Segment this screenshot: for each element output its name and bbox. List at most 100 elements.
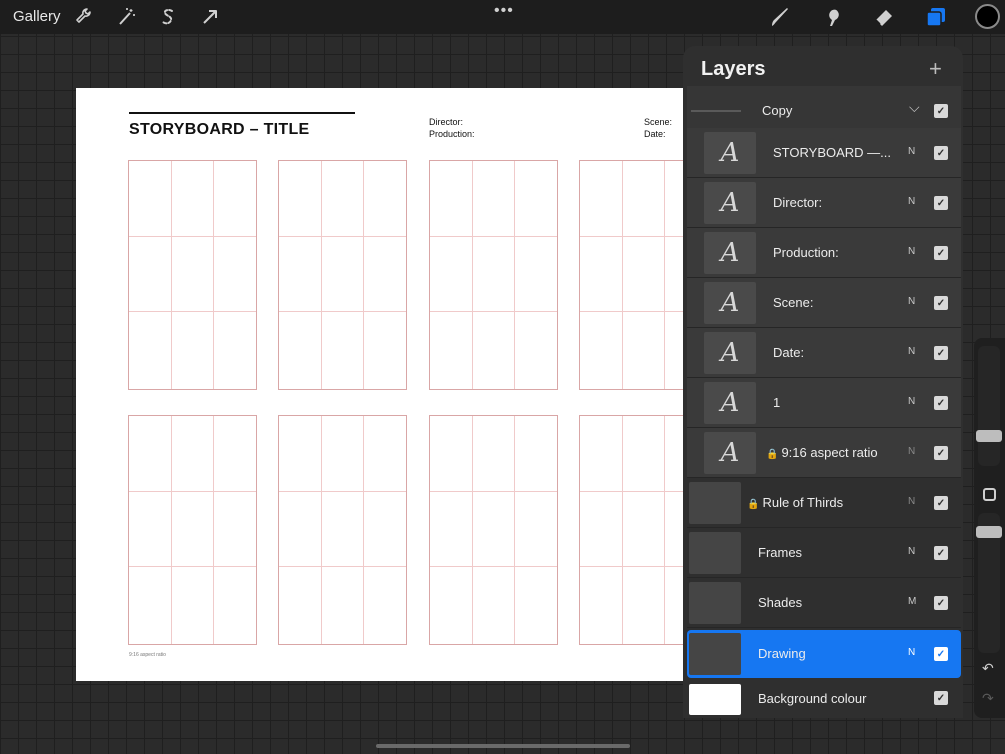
text-layer-icon: A	[704, 132, 756, 174]
blend-mode-button[interactable]: M	[908, 596, 916, 607]
gallery-button[interactable]: Gallery	[13, 8, 61, 25]
brush-size-handle[interactable]	[976, 430, 1002, 442]
layer-name: STORYBOARD —...	[773, 145, 891, 160]
layer-row-selected[interactable]: Drawing N ✓	[687, 630, 961, 678]
title-rule	[129, 112, 355, 114]
chevron-down-icon[interactable]: ⌵	[909, 99, 920, 116]
blend-mode-button[interactable]: N	[908, 296, 915, 307]
canvas-document[interactable]: STORYBOARD – TITLE Director: Production:…	[76, 88, 683, 681]
storyboard-frame	[278, 415, 407, 645]
modify-button[interactable]	[983, 488, 996, 501]
layer-row[interactable]: A 🔒 9:16 aspect ratio N ✓	[687, 428, 961, 478]
visibility-checkbox[interactable]: ✓	[934, 496, 948, 510]
visibility-checkbox[interactable]: ✓	[934, 104, 948, 118]
layer-name: Scene:	[773, 295, 814, 310]
storyboard-frame	[128, 415, 257, 645]
layer-name: Frames	[758, 545, 803, 560]
visibility-checkbox[interactable]: ✓	[934, 346, 948, 360]
layers-icon[interactable]	[924, 5, 948, 29]
top-toolbar: Gallery •••	[0, 0, 1005, 34]
layer-name: Copy	[762, 103, 793, 118]
redo-button[interactable]: ↷	[982, 690, 994, 707]
layer-row[interactable]: A Production: N ✓	[687, 228, 961, 278]
blend-mode-button[interactable]: N	[908, 196, 915, 207]
layer-row[interactable]: A Date: N ✓	[687, 328, 961, 378]
storyboard-frame	[429, 160, 558, 390]
scene-label: Scene:	[644, 117, 673, 127]
blend-mode-button[interactable]: N	[908, 346, 915, 357]
visibility-checkbox[interactable]: ✓	[934, 146, 948, 160]
storyboard-frame	[278, 160, 407, 390]
document-title: STORYBOARD – TITLE	[129, 121, 310, 138]
blend-mode-button[interactable]: N	[908, 546, 915, 557]
layer-name: Director:	[773, 195, 823, 210]
layer-thumbnail	[689, 482, 741, 524]
side-slider-bar: ↶ ↷	[974, 338, 1005, 718]
magic-wand-icon[interactable]	[114, 5, 138, 29]
layer-thumbnail	[689, 582, 741, 624]
storyboard-frame	[579, 160, 683, 390]
layer-row[interactable]: A 1 N ✓	[687, 378, 961, 428]
storyboard-frame	[128, 160, 257, 390]
eraser-icon[interactable]	[872, 5, 896, 29]
storyboard-frame	[579, 415, 683, 645]
layer-row[interactable]: A Director: N ✓	[687, 178, 961, 228]
visibility-checkbox[interactable]: ✓	[934, 246, 948, 260]
layer-row[interactable]: Shades M ✓	[687, 578, 961, 628]
transform-arrow-icon[interactable]	[198, 5, 222, 29]
layer-row[interactable]: Frames N ✓	[687, 528, 961, 578]
layer-name: Shades	[758, 595, 803, 610]
layer-row[interactable]: 🔒 Rule of Thirds N ✓	[687, 478, 961, 528]
text-layer-icon: A	[704, 432, 756, 474]
blend-mode-button[interactable]: N	[908, 496, 915, 507]
undo-button[interactable]: ↶	[982, 660, 994, 677]
blend-mode-button[interactable]: N	[908, 647, 915, 658]
add-layer-button[interactable]: +	[929, 58, 942, 80]
visibility-checkbox[interactable]: ✓	[934, 196, 948, 210]
text-layer-icon: A	[704, 332, 756, 374]
layer-row[interactable]: A Scene: N ✓	[687, 278, 961, 328]
visibility-checkbox[interactable]: ✓	[934, 446, 948, 460]
layer-name: Production:	[773, 245, 839, 260]
blend-mode-button[interactable]: N	[908, 396, 915, 407]
wrench-icon[interactable]	[72, 5, 96, 29]
blend-mode-button[interactable]: N	[908, 246, 915, 257]
visibility-checkbox[interactable]: ✓	[934, 396, 948, 410]
visibility-checkbox[interactable]: ✓	[934, 691, 948, 705]
group-indicator	[691, 110, 741, 112]
blend-mode-button[interactable]: N	[908, 446, 915, 457]
opacity-handle[interactable]	[976, 526, 1002, 538]
more-options-button[interactable]: •••	[494, 2, 514, 20]
layers-panel: Layers + Copy ⌵ ✓ A STORYBOARD —... N ✓ …	[683, 46, 963, 718]
layer-name: Date:	[773, 345, 805, 360]
home-indicator	[376, 744, 630, 748]
text-layer-icon: A	[704, 232, 756, 274]
brush-icon[interactable]	[768, 5, 792, 29]
layer-thumbnail	[689, 532, 741, 574]
visibility-checkbox[interactable]: ✓	[934, 647, 948, 661]
text-layer-icon: A	[704, 282, 756, 324]
color-picker-button[interactable]	[975, 4, 1000, 29]
layer-row-background[interactable]: Background colour ✓	[687, 680, 961, 718]
date-label: Date:	[644, 129, 666, 139]
layer-name: 1	[773, 395, 781, 410]
visibility-checkbox[interactable]: ✓	[934, 546, 948, 560]
layer-thumbnail	[689, 633, 741, 675]
visibility-checkbox[interactable]: ✓	[934, 296, 948, 310]
text-layer-icon: A	[704, 382, 756, 424]
brush-size-slider[interactable]	[978, 346, 1000, 466]
lock-icon: 🔒	[766, 449, 779, 460]
visibility-checkbox[interactable]: ✓	[934, 596, 948, 610]
layer-name: Background colour	[758, 691, 867, 706]
scene-date-labels: Scene: Date:	[644, 116, 672, 140]
background-color-swatch	[689, 684, 741, 715]
selection-icon[interactable]	[156, 5, 180, 29]
lock-icon: 🔒	[747, 499, 760, 510]
layer-name: 🔒 Rule of Thirds	[747, 495, 844, 510]
blend-mode-button[interactable]: N	[908, 146, 915, 157]
smudge-icon[interactable]	[820, 5, 844, 29]
layer-row[interactable]: A STORYBOARD —... N ✓	[687, 128, 961, 178]
director-label: Director:	[429, 117, 464, 127]
layers-panel-title: Layers	[701, 58, 766, 80]
aspect-ratio-note: 9:16 aspect ratio	[129, 652, 166, 658]
